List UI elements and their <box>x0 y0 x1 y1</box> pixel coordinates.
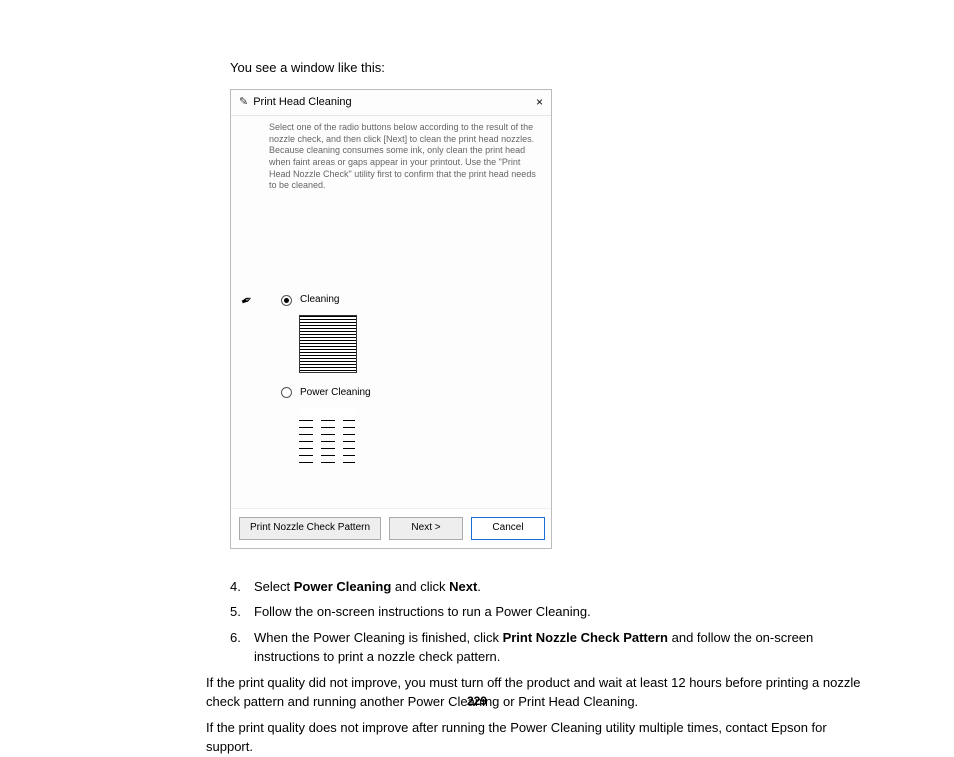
step-number: 5. <box>230 602 254 622</box>
paragraph-2: If the print quality does not improve af… <box>206 718 864 757</box>
print-nozzle-check-button[interactable]: Print Nozzle Check Pattern <box>239 517 381 540</box>
step-4-text: Select <box>254 579 294 594</box>
step-5-text: Follow the on-screen instructions to run… <box>254 602 591 622</box>
page-number: 229 <box>0 694 954 708</box>
dialog-button-row: Print Nozzle Check Pattern Next > Cancel <box>231 508 551 548</box>
step-4-bold-2: Next <box>449 579 477 594</box>
pattern-power-cleaning <box>299 407 355 463</box>
step-4-text2: and click <box>391 579 449 594</box>
radio-power-cleaning[interactable] <box>281 387 292 398</box>
next-button[interactable]: Next > <box>389 517 463 540</box>
step-6-text1: When the Power Cleaning is finished, cli… <box>254 630 503 645</box>
close-icon[interactable]: × <box>536 95 543 110</box>
option-cleaning-label: Cleaning <box>300 294 339 307</box>
radio-cleaning[interactable] <box>281 295 292 306</box>
tool-icon: ✎ <box>239 96 248 110</box>
pattern-cleaning <box>299 315 357 373</box>
step-number: 6. <box>230 628 254 667</box>
dialog-window: ✎ Print Head Cleaning × Select one of th… <box>230 89 552 549</box>
dialog-description: Select one of the radio buttons below ac… <box>231 116 551 192</box>
instruction-steps: 4. Select Power Cleaning and click Next.… <box>230 577 864 757</box>
dialog-titlebar: ✎ Print Head Cleaning × <box>231 90 551 116</box>
intro-text: You see a window like this: <box>230 60 864 75</box>
cancel-button[interactable]: Cancel <box>471 517 545 540</box>
step-4-bold-1: Power Cleaning <box>294 579 392 594</box>
step-4-text3: . <box>477 579 481 594</box>
option-cleaning[interactable]: Cleaning <box>281 294 541 307</box>
option-power-cleaning-label: Power Cleaning <box>300 387 371 400</box>
step-number: 4. <box>230 577 254 597</box>
option-power-cleaning[interactable]: Power Cleaning <box>281 387 541 400</box>
pen-icon: ✒ <box>238 290 256 311</box>
step-6-bold: Print Nozzle Check Pattern <box>503 630 668 645</box>
dialog-title: Print Head Cleaning <box>253 96 536 110</box>
